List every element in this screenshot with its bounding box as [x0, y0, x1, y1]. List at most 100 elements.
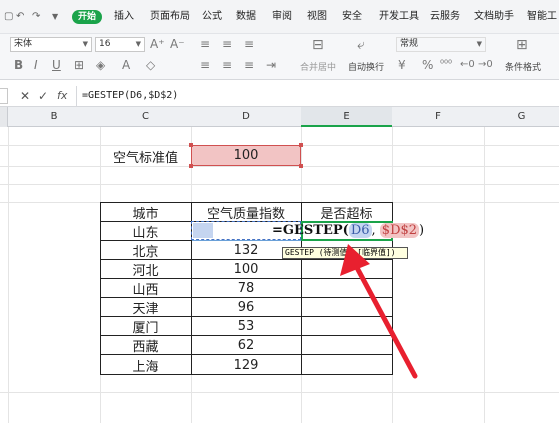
align-top-icon[interactable]: ≡	[200, 37, 210, 51]
header-exceed[interactable]: 是否超标	[301, 203, 392, 222]
ref-handle[interactable]	[299, 143, 303, 147]
conditional-format-icon[interactable]: ⊞	[516, 38, 528, 52]
wrap-text-icon[interactable]: ⤶	[357, 38, 365, 52]
merge-center-label[interactable]: 合并居中	[300, 60, 336, 73]
city-cell[interactable]: 河北	[100, 260, 191, 279]
ref-d6-fill	[193, 223, 213, 238]
border-icon[interactable]: ⊞	[74, 58, 84, 72]
column-header-f[interactable]: F	[392, 107, 484, 127]
qat-dropdown-icon[interactable]: ▼	[52, 12, 58, 21]
tab-security[interactable]: 安全	[342, 0, 362, 34]
tab-cloud[interactable]: 云服务	[430, 0, 460, 34]
gridline	[8, 127, 9, 423]
number-format-select[interactable]: 常规 ▼	[396, 37, 486, 52]
gridline	[0, 184, 559, 185]
menu-bar: ▢ ↶ ↷ ▼ 开始 插入 页面布局 公式 数据 审阅 视图 安全 开发工具 云…	[0, 0, 559, 34]
bold-icon[interactable]: B	[14, 58, 23, 72]
aqi-cell[interactable]: 96	[191, 300, 301, 315]
gridline	[484, 127, 485, 423]
font-name-select[interactable]: 宋体 ▼	[10, 37, 92, 52]
ribbon: 宋体 ▼ 16 ▼ A⁺ A⁻ B I U ⊞ ◈ A ◇ ≡ ≡ ≡ ≡ ≡ ≡ …	[0, 34, 559, 80]
tab-data[interactable]: 数据	[236, 0, 256, 34]
indent-icon[interactable]: ⇥	[266, 58, 276, 72]
font-color-icon[interactable]: A	[122, 58, 130, 72]
align-center-icon[interactable]: ≡	[222, 58, 232, 72]
arrow-shaft	[352, 261, 418, 379]
fill-color-icon[interactable]: ◈	[96, 58, 105, 72]
aqi-cell[interactable]: 78	[191, 281, 301, 296]
merge-center-icon[interactable]: ⊟	[312, 38, 324, 52]
city-cell[interactable]: 山东	[100, 222, 191, 241]
gridline	[0, 166, 559, 167]
conditional-format-label[interactable]: 条件格式	[505, 60, 541, 73]
aqi-cell[interactable]: 53	[191, 319, 301, 334]
chevron-down-icon: ▼	[476, 40, 482, 48]
currency-icon[interactable]: ¥	[398, 58, 406, 72]
font-size-value: 16	[99, 39, 111, 49]
column-header-d[interactable]: D	[191, 107, 301, 127]
city-cell[interactable]: 山西	[100, 279, 191, 298]
formula-bar: ✕ ✓ fx =GESTEP(D6,$D$2)	[0, 86, 559, 107]
column-header-g[interactable]: G	[484, 107, 559, 127]
chevron-down-icon: ▼	[135, 40, 141, 48]
ref-handle[interactable]	[189, 164, 193, 168]
undo-icon[interactable]: ↶	[16, 11, 24, 22]
thousands-icon[interactable]: ⁰⁰⁰	[440, 58, 452, 72]
ref-handle[interactable]	[189, 143, 193, 147]
name-box[interactable]	[0, 88, 8, 104]
formula-divider	[76, 86, 77, 107]
chevron-down-icon: ▼	[82, 40, 88, 48]
tab-start[interactable]: 开始	[72, 10, 102, 24]
tab-dev-tools[interactable]: 开发工具	[379, 0, 419, 34]
aqi-cell[interactable]: 100	[191, 262, 301, 277]
align-bottom-icon[interactable]: ≡	[244, 37, 254, 51]
tab-view[interactable]: 视图	[307, 0, 327, 34]
font-size-select[interactable]: 16 ▼	[95, 37, 145, 52]
tab-smart[interactable]: 智能工	[527, 0, 557, 34]
city-cell[interactable]: 天津	[100, 298, 191, 317]
formula-input[interactable]: =GESTEP(D6,$D$2)	[82, 90, 178, 101]
tab-insert[interactable]: 插入	[114, 0, 134, 34]
select-all-corner[interactable]	[0, 107, 8, 127]
header-city[interactable]: 城市	[100, 203, 191, 222]
red-arrow-annotation	[340, 244, 418, 379]
city-cell[interactable]: 西藏	[100, 336, 191, 355]
tab-review[interactable]: 审阅	[272, 0, 292, 34]
increase-decimal-icon[interactable]: ←0	[460, 58, 475, 72]
standard-label[interactable]: 空气标准值	[100, 147, 191, 166]
function-icon[interactable]: fx	[57, 89, 67, 102]
header-aqi[interactable]: 空气质量指数	[191, 203, 301, 222]
ref-handle[interactable]	[299, 164, 303, 168]
italic-icon[interactable]: I	[34, 58, 38, 72]
arrow-head	[340, 244, 370, 276]
aqi-cell[interactable]: 129	[191, 358, 301, 373]
align-left-icon[interactable]: ≡	[200, 58, 210, 72]
cancel-icon[interactable]: ✕	[20, 89, 30, 103]
aqi-cell[interactable]: 62	[191, 338, 301, 353]
tab-page-layout[interactable]: 页面布局	[150, 0, 190, 34]
redo-icon[interactable]: ↷	[32, 11, 40, 22]
column-header-b[interactable]: B	[8, 107, 100, 127]
tab-formulas[interactable]: 公式	[202, 0, 222, 34]
increase-font-icon[interactable]: A⁺	[150, 37, 165, 51]
align-middle-icon[interactable]: ≡	[222, 37, 232, 51]
standard-value: 100	[233, 148, 259, 163]
underline-icon[interactable]: U	[52, 58, 61, 72]
number-format-value: 常规	[400, 39, 419, 49]
confirm-icon[interactable]: ✓	[38, 89, 48, 103]
gridline	[0, 392, 559, 393]
clear-format-icon[interactable]: ◇	[146, 58, 155, 72]
wrap-text-label[interactable]: 自动换行	[348, 60, 384, 73]
column-header-c[interactable]: C	[100, 107, 191, 127]
column-header-e[interactable]: E	[301, 107, 392, 127]
decrease-font-icon[interactable]: A⁻	[170, 37, 185, 51]
city-cell[interactable]: 北京	[100, 241, 191, 260]
font-name-value: 宋体	[14, 39, 33, 49]
align-right-icon[interactable]: ≡	[244, 58, 254, 72]
print-preview-icon[interactable]: ▢	[4, 11, 13, 22]
percent-icon[interactable]: %	[422, 58, 433, 72]
city-cell[interactable]: 厦门	[100, 317, 191, 336]
city-cell[interactable]: 上海	[100, 356, 191, 375]
tab-doc-helper[interactable]: 文档助手	[474, 0, 514, 34]
decrease-decimal-icon[interactable]: →0	[478, 58, 493, 72]
